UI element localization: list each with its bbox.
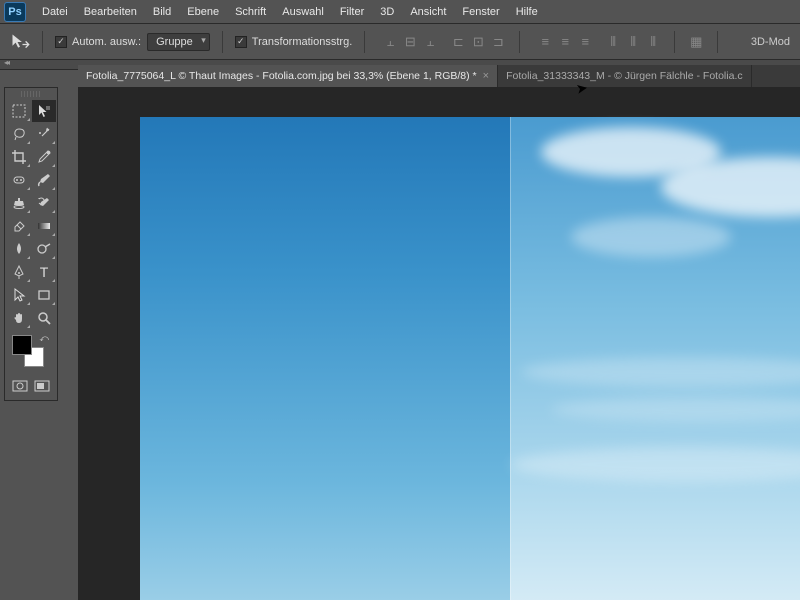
lasso-tool[interactable] [7, 123, 31, 145]
dodge-tool[interactable] [32, 238, 56, 260]
align-hcenter-icon[interactable]: ⊡ [469, 33, 487, 51]
foreground-color[interactable] [12, 335, 32, 355]
canvas-area[interactable] [78, 87, 800, 600]
distribute-vcenter-icon[interactable]: ≡ [556, 33, 574, 51]
distribute-right-icon[interactable]: ⦀ [644, 33, 662, 51]
type-tool[interactable]: T [32, 261, 56, 283]
align-left-icon[interactable]: ⊏ [449, 33, 467, 51]
align-edges-group: ⫠ ⊟ ⫠ [381, 33, 439, 51]
distribute-bottom-icon[interactable]: ≡ [576, 33, 594, 51]
app-logo[interactable]: Ps [4, 2, 26, 22]
cursor-icon: ➤ [575, 79, 590, 98]
spot-heal-tool[interactable] [7, 169, 31, 191]
auto-align-icon[interactable]: ▦ [687, 33, 705, 51]
menu-3d[interactable]: 3D [372, 3, 402, 21]
move-tool[interactable] [32, 100, 56, 122]
blur-tool[interactable] [7, 238, 31, 260]
auto-select-checkbox[interactable]: ✓Autom. ausw.: [55, 36, 141, 48]
distribute-hcenter-icon[interactable]: ⦀ [624, 33, 642, 51]
align-vcenter-icon[interactable]: ⊟ [401, 33, 419, 51]
options-bar: ✓Autom. ausw.: Gruppe ✓Transformationsst… [0, 24, 800, 60]
auto-select-dropdown[interactable]: Gruppe [147, 33, 210, 51]
rectangle-tool[interactable] [32, 284, 56, 306]
align-horiz-group: ⊏ ⊡ ⊐ [449, 33, 507, 51]
menu-bild[interactable]: Bild [145, 3, 179, 21]
move-tool-indicator[interactable] [10, 32, 30, 52]
crop-tool[interactable] [7, 146, 31, 168]
menu-auswahl[interactable]: Auswahl [274, 3, 332, 21]
distribute-top-icon[interactable]: ≡ [536, 33, 554, 51]
color-swatches[interactable]: ⤺ [7, 333, 55, 373]
quickmask-icon[interactable] [9, 377, 31, 395]
swap-colors-icon[interactable]: ⤺ [39, 333, 49, 344]
menu-ansicht[interactable]: Ansicht [402, 3, 454, 21]
auto-select-label: Autom. ausw.: [72, 36, 141, 48]
path-select-tool[interactable] [7, 284, 31, 306]
document-tab-active[interactable]: Fotolia_7775064_L © Thaut Images - Fotol… [78, 65, 498, 87]
menu-hilfe[interactable]: Hilfe [508, 3, 546, 21]
document-tab-inactive[interactable]: Fotolia_31333343_M - © Jürgen Fälchle - … [498, 65, 752, 87]
hand-tool[interactable] [7, 307, 31, 329]
close-icon[interactable]: × [483, 70, 489, 82]
3d-mode-label[interactable]: 3D-Mod [751, 36, 790, 48]
zoom-tool[interactable] [32, 307, 56, 329]
distribute-left-icon[interactable]: ⦀ [604, 33, 622, 51]
menu-filter[interactable]: Filter [332, 3, 372, 21]
panel-grip[interactable] [21, 91, 41, 97]
distribute-group: ≡ ≡ ≡ [536, 33, 594, 51]
document-canvas[interactable] [140, 117, 800, 600]
pen-tool[interactable] [7, 261, 31, 283]
clone-stamp-tool[interactable] [7, 192, 31, 214]
sky-layer-left [140, 117, 510, 600]
brush-tool[interactable] [32, 169, 56, 191]
menu-schrift[interactable]: Schrift [227, 3, 274, 21]
distribute-horiz-group: ⦀ ⦀ ⦀ [604, 33, 662, 51]
tab-label: Fotolia_7775064_L © Thaut Images - Fotol… [86, 70, 477, 82]
tab-label: Fotolia_31333343_M - © Jürgen Fälchle - … [506, 70, 743, 82]
gradient-tool[interactable] [32, 215, 56, 237]
sky-layer-right [510, 117, 800, 600]
menu-datei[interactable]: Datei [34, 3, 76, 21]
history-brush-tool[interactable] [32, 192, 56, 214]
transform-controls-checkbox[interactable]: ✓Transformationsstrg. [235, 36, 352, 48]
eraser-tool[interactable] [7, 215, 31, 237]
align-bottom-icon[interactable]: ⫠ [421, 33, 439, 51]
magic-wand-tool[interactable] [32, 123, 56, 145]
menu-fenster[interactable]: Fenster [454, 3, 507, 21]
menu-ebene[interactable]: Ebene [179, 3, 227, 21]
marquee-tool[interactable] [7, 100, 31, 122]
svg-text:T: T [40, 264, 49, 280]
menu-bar: Ps Datei Bearbeiten Bild Ebene Schrift A… [0, 0, 800, 24]
tools-panel: T ⤺ [4, 87, 58, 401]
menu-bearbeiten[interactable]: Bearbeiten [76, 3, 145, 21]
align-top-icon[interactable]: ⫠ [381, 33, 399, 51]
transform-controls-label: Transformationsstrg. [252, 36, 352, 48]
document-tab-bar: Fotolia_7775064_L © Thaut Images - Fotol… [78, 65, 800, 87]
screenmode-icon[interactable] [32, 377, 54, 395]
align-right-icon[interactable]: ⊐ [489, 33, 507, 51]
eyedropper-tool[interactable] [32, 146, 56, 168]
